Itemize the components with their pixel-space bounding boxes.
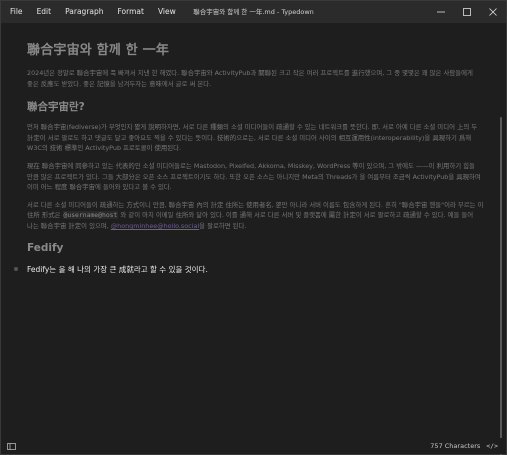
paragraph-definition[interactable]: 먼저 聯合宇宙(fediverse)가 무엇인지 짧게 說明하자면, 서로 다른… xyxy=(27,122,484,154)
paragraph-handles[interactable]: 서로 다른 소셜 미디어들이 疏通하는 方式이니 만큼, 聯合宇宙 內의 計定 … xyxy=(27,200,484,232)
menu-edit[interactable]: Edit xyxy=(30,1,59,23)
window-controls xyxy=(428,1,506,23)
minimize-icon[interactable] xyxy=(428,1,454,23)
sidebar-toggle-icon[interactable] xyxy=(7,442,16,450)
heading-what-is-fediverse[interactable]: 聯合宇宙란? xyxy=(27,99,484,114)
profile-link[interactable]: @hongminhee@hollo.social xyxy=(111,222,199,230)
maximize-icon[interactable] xyxy=(454,1,480,23)
status-bar: 757 Characters </> xyxy=(1,438,506,454)
menu-paragraph[interactable]: Paragraph xyxy=(58,1,110,23)
character-count[interactable]: 757 Characters xyxy=(430,442,480,450)
focused-paragraph[interactable]: Fedify는 올 해 나의 가장 큰 成就라고 할 수 있을 것이다. xyxy=(14,264,484,275)
source-code-toggle[interactable]: </> xyxy=(486,442,498,450)
scrollbar-thumb[interactable] xyxy=(500,117,502,455)
app-window: File Edit Paragraph Format View 聯合宇宙와 함께… xyxy=(0,0,507,455)
menu-format[interactable]: Format xyxy=(111,1,151,23)
title-bar: File Edit Paragraph Format View 聯合宇宙와 함께… xyxy=(1,1,506,23)
editor-area[interactable]: 聯合宇宙와 함께 한 一年 2024년은 정말로 聯合宇宙에 푹 빠져서 지낸 … xyxy=(1,23,498,438)
document-title[interactable]: 聯合宇宙와 함께 한 一年 xyxy=(27,39,484,58)
paragraph-participants[interactable]: 現在 聯合宇宙에 同參하고 있는 代表的인 소셜 미디어들로는 Mastodon… xyxy=(27,161,484,193)
paragraph-handles-text-3: 을 팔로하면 된다. xyxy=(199,221,247,230)
menu-view[interactable]: View xyxy=(151,1,183,23)
focused-paragraph-text: Fedify는 올 해 나의 가장 큰 成就라고 할 수 있을 것이다. xyxy=(27,264,208,274)
inline-code-handle: @username@host xyxy=(62,211,119,220)
menu-file[interactable]: File xyxy=(1,1,30,23)
paragraph-handle-icon[interactable] xyxy=(14,266,18,271)
close-icon[interactable] xyxy=(480,1,506,23)
heading-fedify[interactable]: Fedify xyxy=(27,242,484,254)
intro-paragraph[interactable]: 2024년은 정말로 聯合宇宙에 푹 빠져서 지낸 한 해였다. 聯合宇宙와 A… xyxy=(27,68,484,89)
vertical-scrollbar[interactable] xyxy=(499,25,504,455)
